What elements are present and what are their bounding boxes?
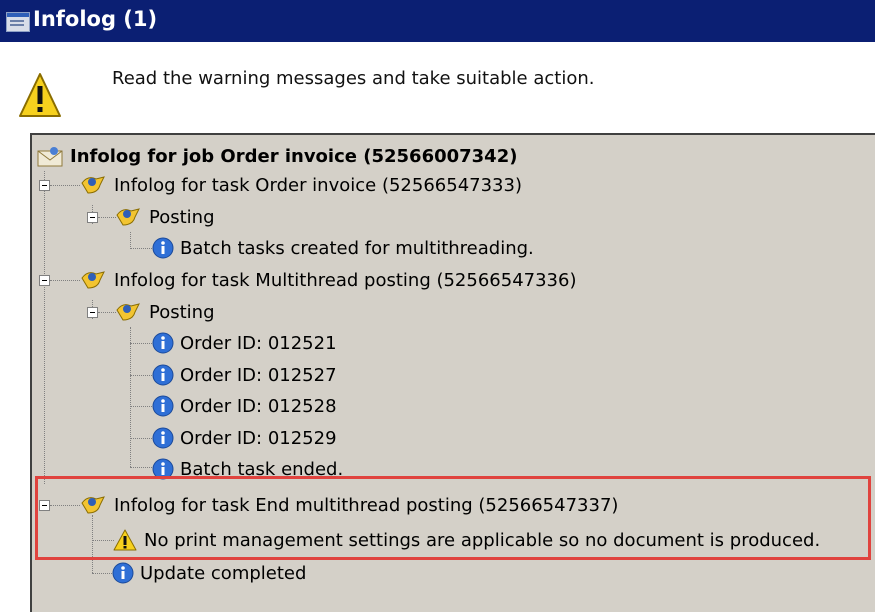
tree-node-task[interactable]: Infolog for task Order invoice (52566547… bbox=[80, 170, 522, 200]
title-bar[interactable]: Infolog (1) bbox=[0, 0, 875, 42]
tree-node-posting[interactable]: Posting bbox=[115, 202, 215, 232]
task-icon bbox=[115, 300, 143, 324]
info-icon bbox=[152, 332, 174, 354]
task-icon bbox=[115, 205, 143, 229]
envelope-icon bbox=[36, 145, 64, 167]
tree-line bbox=[92, 573, 114, 574]
tree-line bbox=[92, 540, 114, 541]
collapse-toggle[interactable] bbox=[39, 180, 50, 191]
tree-node-info[interactable]: Batch tasks created for multithreading. bbox=[152, 233, 534, 263]
tree-node-task[interactable]: Infolog for task Multithread posting (52… bbox=[80, 265, 576, 295]
collapse-toggle[interactable] bbox=[39, 500, 50, 511]
task-icon bbox=[80, 173, 108, 197]
window-title: Infolog (1) bbox=[33, 7, 158, 31]
tree-node-info[interactable]: Batch task ended. bbox=[152, 454, 343, 484]
tree-node-label: Update completed bbox=[140, 562, 307, 584]
tree-line bbox=[50, 185, 80, 186]
tree-node-label: Infolog for job Order invoice (525660073… bbox=[70, 145, 518, 167]
warning-icon bbox=[19, 73, 61, 117]
task-icon bbox=[80, 268, 108, 292]
tree-line bbox=[130, 438, 152, 439]
tree-node-task[interactable]: Infolog for task End multithread posting… bbox=[80, 490, 618, 520]
collapse-toggle[interactable] bbox=[87, 212, 98, 223]
tree-node-label: Order ID: 012528 bbox=[180, 395, 337, 417]
tree-line bbox=[44, 171, 45, 484]
tree-node-label: Order ID: 012527 bbox=[180, 364, 337, 386]
tree-line bbox=[130, 467, 152, 468]
tree-line bbox=[92, 515, 93, 573]
tree-line bbox=[50, 505, 80, 506]
info-icon bbox=[152, 364, 174, 386]
collapse-toggle[interactable] bbox=[39, 275, 50, 286]
tree-node-info[interactable]: Order ID: 012529 bbox=[152, 423, 337, 453]
tree-node-label: No print management settings are applica… bbox=[144, 529, 821, 551]
tree-node-label: Infolog for task Multithread posting (52… bbox=[114, 269, 577, 291]
tree-line bbox=[130, 375, 152, 376]
tree-node-posting[interactable]: Posting bbox=[115, 297, 215, 327]
collapse-toggle[interactable] bbox=[87, 307, 98, 318]
tree-node-info[interactable]: Order ID: 012521 bbox=[152, 328, 337, 358]
tree-node-root[interactable]: Infolog for job Order invoice (525660073… bbox=[36, 141, 517, 171]
tree-line bbox=[130, 327, 131, 467]
tree-node-info[interactable]: Update completed bbox=[112, 558, 306, 588]
info-icon bbox=[112, 562, 134, 584]
tree-node-info[interactable]: Order ID: 012527 bbox=[152, 360, 337, 390]
tree-line bbox=[130, 232, 131, 249]
info-icon bbox=[152, 395, 174, 417]
tree-node-label: Order ID: 012521 bbox=[180, 332, 337, 354]
tree-node-label: Infolog for task Order invoice (52566547… bbox=[114, 174, 522, 196]
tree-node-label: Infolog for task End multithread posting… bbox=[114, 494, 619, 516]
tree-line bbox=[130, 406, 152, 407]
tree-line bbox=[98, 312, 116, 313]
tree-node-warning[interactable]: No print management settings are applica… bbox=[112, 525, 820, 555]
tree-node-label: Posting bbox=[149, 301, 215, 323]
tree-node-label: Order ID: 012529 bbox=[180, 427, 337, 449]
tree-node-label: Batch task ended. bbox=[180, 458, 344, 480]
task-icon bbox=[80, 493, 108, 517]
tree-line bbox=[50, 280, 80, 281]
tree-node-label: Batch tasks created for multithreading. bbox=[180, 237, 534, 259]
info-icon bbox=[152, 237, 174, 259]
tree-line bbox=[130, 248, 152, 249]
info-icon bbox=[152, 458, 174, 480]
tree-node-info[interactable]: Order ID: 012528 bbox=[152, 391, 337, 421]
tree-node-label: Posting bbox=[149, 206, 215, 228]
tree-line bbox=[130, 343, 152, 344]
header-message: Read the warning messages and take suita… bbox=[112, 68, 595, 89]
info-icon bbox=[152, 427, 174, 449]
tree-line bbox=[98, 217, 116, 218]
infolog-window-icon bbox=[6, 12, 30, 32]
warning-icon bbox=[112, 528, 138, 552]
